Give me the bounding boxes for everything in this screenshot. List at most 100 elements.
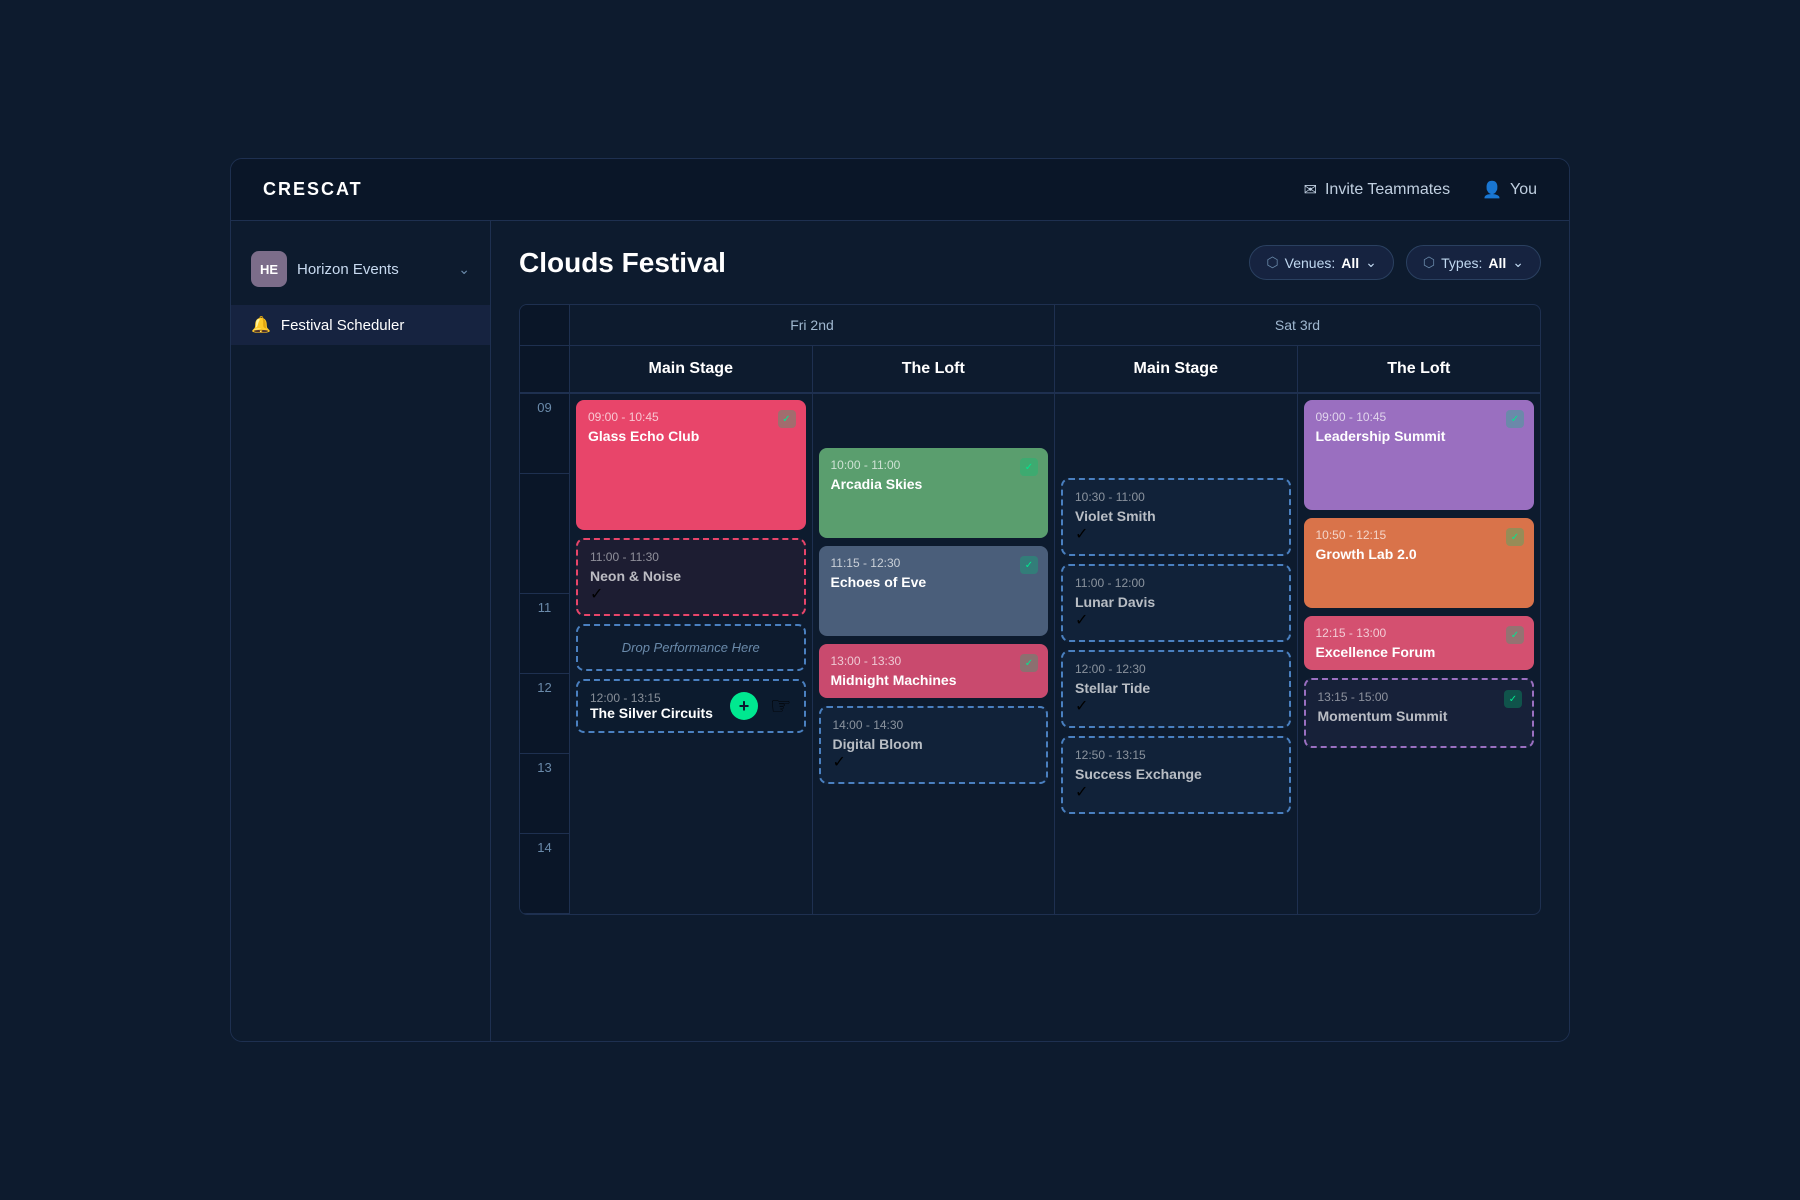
filter-bar: ⬡ Venues: All ⌄ ⬡ Types: All ⌄ <box>1249 245 1541 280</box>
main-layout: HE Horizon Events ⌄ 🔔 Festival Scheduler… <box>231 221 1569 1041</box>
time-slot-12: 12 <box>520 674 569 754</box>
dragging-info: 12:00 - 13:15 The Silver Circuits <box>590 691 722 721</box>
org-avatar: HE <box>251 251 287 287</box>
event-name: Success Exchange <box>1075 766 1277 782</box>
check-icon: ✓ <box>1504 690 1522 708</box>
event-midnight-machines[interactable]: 13:00 - 13:30 Midnight Machines ✓ <box>819 644 1049 698</box>
venue-headers: Main Stage The Loft Main Stage The Loft <box>520 346 1540 394</box>
event-success-exchange[interactable]: 12:50 - 13:15 Success Exchange ✓ <box>1061 736 1291 814</box>
user-button[interactable]: 👤 You <box>1482 180 1537 200</box>
venues-label: Venues: <box>1285 255 1336 271</box>
types-value: All <box>1488 255 1506 271</box>
event-name: Digital Bloom <box>833 736 1035 752</box>
sidebar-item-label: Festival Scheduler <box>281 317 404 334</box>
venues-chevron-icon: ⌄ <box>1365 254 1377 271</box>
event-name: Leadership Summit <box>1316 428 1523 444</box>
top-bar-right: ✉ Invite Teammates 👤 You <box>1304 180 1537 200</box>
cursor-icon: ☞ <box>770 692 792 721</box>
check-icon: ✓ <box>1075 524 1277 544</box>
event-glass-echo-club[interactable]: 09:00 - 10:45 Glass Echo Club ✓ <box>576 400 806 530</box>
drop-zone[interactable]: Drop Performance Here <box>576 624 806 671</box>
event-neon-noise[interactable]: 11:00 - 11:30 Neon & Noise ✓ <box>576 538 806 616</box>
check-icon: ✓ <box>778 410 796 428</box>
day-header-fri: Fri 2nd <box>570 305 1055 345</box>
col-fri-main: 09:00 - 10:45 Glass Echo Club ✓ 11:00 - … <box>570 394 813 914</box>
sat-loft-events: 09:00 - 10:45 Leadership Summit ✓ 10:50 … <box>1298 394 1541 758</box>
event-time: 14:00 - 14:30 <box>833 718 1035 732</box>
day-header-sat: Sat 3rd <box>1055 305 1540 345</box>
event-echoes-of-eve[interactable]: 11:15 - 12:30 Echoes of Eve ✓ <box>819 546 1049 636</box>
sidebar-item-festival-scheduler[interactable]: 🔔 Festival Scheduler <box>231 305 490 345</box>
event-name: Echoes of Eve <box>831 574 1037 590</box>
scheduler-grid: Fri 2nd Sat 3rd Main Stage The Loft Main… <box>519 304 1541 915</box>
event-name: Growth Lab 2.0 <box>1316 546 1523 562</box>
time-slot-13: 13 <box>520 754 569 834</box>
check-icon: ✓ <box>1020 556 1038 574</box>
venue-header-fri-main: Main Stage <box>570 346 813 392</box>
event-time: 10:50 - 12:15 <box>1316 528 1523 542</box>
bell-icon: 🔔 <box>251 315 271 335</box>
types-label: Types: <box>1441 255 1482 271</box>
check-icon: ✓ <box>833 752 1035 772</box>
venues-value: All <box>1341 255 1359 271</box>
col-sat-loft: 09:00 - 10:45 Leadership Summit ✓ 10:50 … <box>1298 394 1541 914</box>
event-time: 11:00 - 12:00 <box>1075 576 1277 590</box>
time-slot-09: 09 <box>520 394 569 474</box>
event-name: Violet Smith <box>1075 508 1277 524</box>
top-bar: CRESCAT ✉ Invite Teammates 👤 You <box>231 159 1569 221</box>
event-name: Stellar Tide <box>1075 680 1277 696</box>
email-icon: ✉ <box>1304 180 1317 200</box>
content-area: Clouds Festival ⬡ Venues: All ⌄ ⬡ Types:… <box>491 221 1569 1041</box>
col-fri-loft: 10:00 - 11:00 Arcadia Skies ✓ 11:15 - 12… <box>813 394 1056 914</box>
fri-loft-events: 10:00 - 11:00 Arcadia Skies ✓ 11:15 - 12… <box>813 394 1055 794</box>
venue-header-fri-loft: The Loft <box>813 346 1056 392</box>
time-gutter-header <box>520 305 570 345</box>
event-name: Arcadia Skies <box>831 476 1037 492</box>
venues-filter[interactable]: ⬡ Venues: All ⌄ <box>1249 245 1393 280</box>
event-time: 12:00 - 13:15 <box>590 691 722 705</box>
event-time: 11:15 - 12:30 <box>831 556 1037 570</box>
event-time: 13:15 - 15:00 <box>1318 690 1521 704</box>
venues-icon: ⬡ <box>1266 254 1278 271</box>
day-headers: Fri 2nd Sat 3rd <box>520 305 1540 346</box>
check-icon: ✓ <box>1075 782 1277 802</box>
sidebar: HE Horizon Events ⌄ 🔔 Festival Scheduler <box>231 221 491 1041</box>
fri-main-events: 09:00 - 10:45 Glass Echo Club ✓ 11:00 - … <box>570 394 812 743</box>
check-icon: ✓ <box>590 584 792 604</box>
types-filter[interactable]: ⬡ Types: All ⌄ <box>1406 245 1541 280</box>
event-lunar-davis[interactable]: 11:00 - 12:00 Lunar Davis ✓ <box>1061 564 1291 642</box>
event-time: 12:50 - 13:15 <box>1075 748 1277 762</box>
event-time: 09:00 - 10:45 <box>588 410 794 424</box>
event-time: 13:00 - 13:30 <box>831 654 1037 668</box>
event-leadership-summit[interactable]: 09:00 - 10:45 Leadership Summit ✓ <box>1304 400 1535 510</box>
check-icon: ✓ <box>1075 696 1277 716</box>
event-time: 12:15 - 13:00 <box>1316 626 1523 640</box>
sat-main-events: 10:30 - 11:00 Violet Smith ✓ 11:00 - 12:… <box>1055 472 1297 824</box>
event-name: The Silver Circuits <box>590 705 722 721</box>
event-silver-circuits-dragging[interactable]: 12:00 - 13:15 The Silver Circuits + ☞ <box>576 679 806 733</box>
event-name: Lunar Davis <box>1075 594 1277 610</box>
event-time: 11:00 - 11:30 <box>590 550 792 564</box>
org-selector[interactable]: HE Horizon Events ⌄ <box>231 241 490 297</box>
event-violet-smith[interactable]: 10:30 - 11:00 Violet Smith ✓ <box>1061 478 1291 556</box>
venue-time-gutter <box>520 346 570 392</box>
event-growth-lab[interactable]: 10:50 - 12:15 Growth Lab 2.0 ✓ <box>1304 518 1535 608</box>
event-arcadia-skies[interactable]: 10:00 - 11:00 Arcadia Skies ✓ <box>819 448 1049 538</box>
event-name: Midnight Machines <box>831 672 1037 688</box>
event-excellence-forum[interactable]: 12:15 - 13:00 Excellence Forum ✓ <box>1304 616 1535 670</box>
event-digital-bloom[interactable]: 14:00 - 14:30 Digital Bloom ✓ <box>819 706 1049 784</box>
event-name: Momentum Summit <box>1318 708 1521 724</box>
time-slot-11: 11 <box>520 594 569 674</box>
check-icon: ✓ <box>1506 410 1524 428</box>
event-momentum-summit[interactable]: 13:15 - 15:00 Momentum Summit ✓ <box>1304 678 1535 748</box>
time-slot-10 <box>520 474 569 594</box>
venue-header-sat-main: Main Stage <box>1055 346 1298 392</box>
types-icon: ⬡ <box>1423 254 1435 271</box>
check-icon: ✓ <box>1506 626 1524 644</box>
invite-teammates-button[interactable]: ✉ Invite Teammates <box>1304 180 1451 200</box>
app-container: CRESCAT ✉ Invite Teammates 👤 You HE Hori… <box>230 158 1570 1042</box>
event-stellar-tide[interactable]: 12:00 - 12:30 Stellar Tide ✓ <box>1061 650 1291 728</box>
add-icon: + <box>730 692 758 720</box>
event-time: 09:00 - 10:45 <box>1316 410 1523 424</box>
page-title: Clouds Festival <box>519 247 726 279</box>
